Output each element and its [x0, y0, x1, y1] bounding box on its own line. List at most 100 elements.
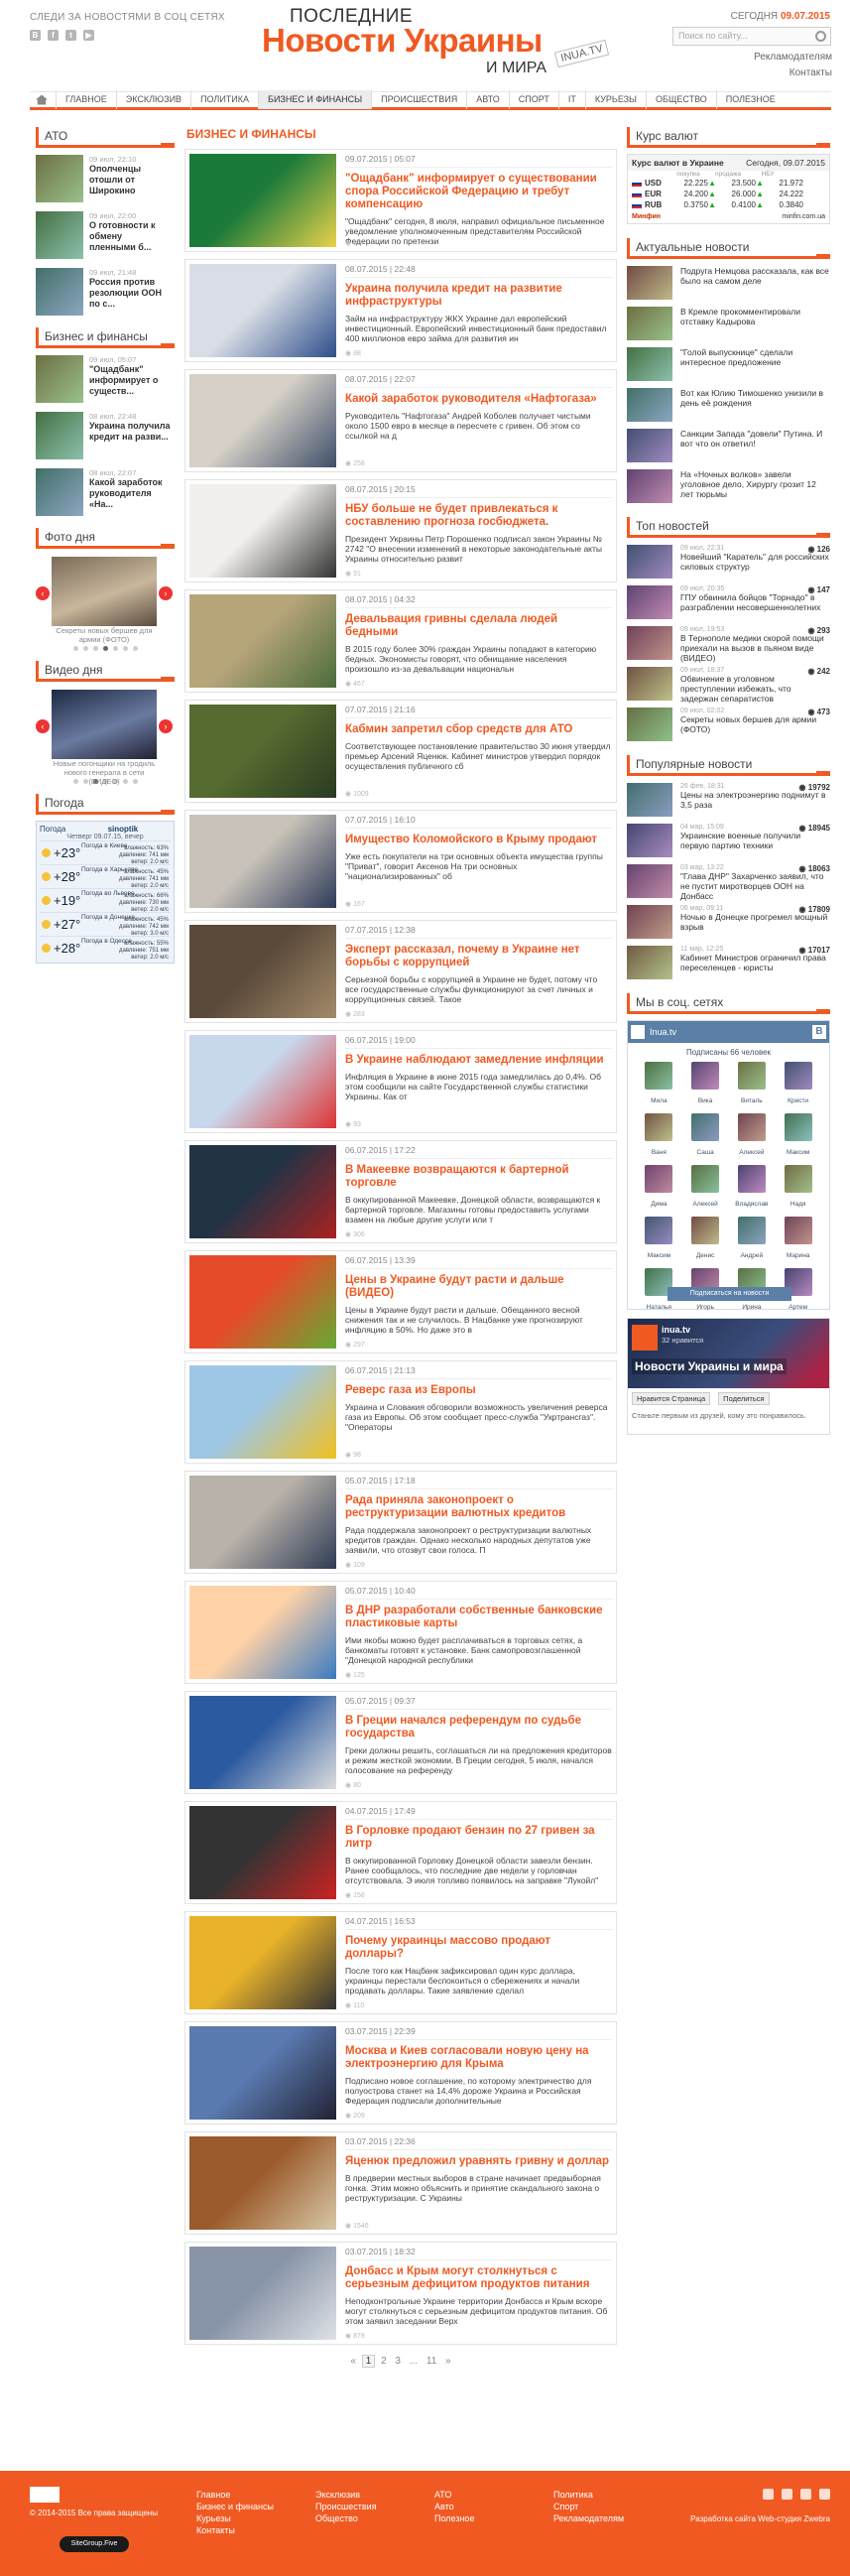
news-title[interactable]: В Кремле прокомментировали отставку Кады… — [680, 307, 830, 340]
member-avatar[interactable] — [691, 1217, 720, 1244]
facebook-icon[interactable]: f — [48, 30, 59, 41]
actual-news-item[interactable]: В Кремле прокомментировали отставку Кады… — [627, 307, 830, 340]
carousel-dot[interactable] — [82, 646, 88, 651]
news-thumbnail[interactable] — [627, 347, 672, 381]
news-thumbnail[interactable] — [36, 155, 83, 202]
carousel-dot[interactable] — [112, 646, 118, 651]
page-next[interactable]: » — [442, 2356, 454, 2367]
ranked-news-item[interactable]: 09 июл, 19:53 В Тернополе медики скорой п… — [627, 626, 830, 663]
article-image[interactable] — [189, 925, 336, 1018]
article-title[interactable]: В ДНР разработали собственные банковские… — [345, 1605, 612, 1630]
nav-incidents[interactable]: ПРОИСШЕСТВИЯ — [371, 90, 466, 109]
article-image[interactable] — [189, 1586, 336, 1679]
article-title[interactable]: Почему украинцы массово продают доллары? — [345, 1935, 612, 1961]
page-11[interactable]: 11 — [424, 2356, 439, 2367]
article-image[interactable] — [189, 705, 336, 798]
footer-link[interactable]: Спорт — [553, 2501, 624, 2512]
actual-news-item[interactable]: Санкции Запада "довели" Путина. И вот чт… — [627, 429, 830, 462]
article-title[interactable]: Девальвация гривны сделала людей бедными — [345, 613, 612, 639]
footer-link[interactable]: Полезное — [434, 2512, 474, 2524]
news-title[interactable]: Цены на электроэнергию поднимут в 3,5 ра… — [680, 790, 829, 810]
vk-member[interactable]: Владислав — [731, 1165, 774, 1211]
vk-member[interactable]: Андрей — [731, 1217, 774, 1262]
footer-link[interactable]: Контакты — [196, 2524, 274, 2536]
article-card[interactable]: 04.07.2015 | 16:53 Почему украинцы массов… — [184, 1911, 617, 2014]
news-title[interactable]: Какой заработок руководителя «На... — [89, 477, 171, 510]
ranked-news-item[interactable]: 09 июл, 22:31 Новейший "Каратель" для рос… — [627, 545, 830, 579]
carousel-dot[interactable] — [122, 646, 128, 651]
ranked-news-item[interactable]: 26 фев, 18:31 Цены на электроэнергию подн… — [627, 783, 830, 817]
news-thumbnail[interactable] — [627, 667, 672, 701]
vk-icon[interactable]: В — [812, 1025, 826, 1039]
member-avatar[interactable] — [645, 1165, 673, 1193]
article-image[interactable] — [189, 815, 336, 908]
news-title[interactable]: Санкции Запада "довели" Путина. И вот чт… — [680, 429, 830, 462]
article-image[interactable] — [189, 1255, 336, 1349]
vk-member[interactable]: Максим — [777, 1113, 819, 1159]
actual-news-item[interactable]: Подруга Немцова рассказала, как все было… — [627, 266, 830, 300]
article-card[interactable]: 07.07.2015 | 16:10 Имущество Коломойского… — [184, 810, 617, 913]
carousel-dot[interactable] — [132, 646, 138, 651]
article-image[interactable] — [189, 1476, 336, 1569]
news-thumbnail[interactable] — [627, 708, 672, 741]
article-title[interactable]: Донбасс и Крым могут столкнуться с серье… — [345, 2265, 612, 2291]
article-title[interactable]: В Макеевке возвращаются к бартерной торг… — [345, 1164, 612, 1190]
vk-member[interactable]: Мила — [638, 1062, 680, 1107]
member-avatar[interactable] — [737, 1113, 766, 1141]
sitegroup-badge[interactable]: SiteGroup.Five — [60, 2536, 129, 2552]
news-title[interactable]: Кабинет Министров ограничил права пересе… — [680, 953, 829, 972]
weather-row[interactable]: Погода в Киеве +23° влажность: 63% давление… — [40, 840, 171, 865]
article-card[interactable]: 03.07.2015 | 22:39 Москва и Киев согласов… — [184, 2021, 617, 2125]
ranked-news-item[interactable]: 09 июл, 18:37 Обвинение в уголовном прест… — [627, 667, 830, 704]
vk-member[interactable]: Вика — [684, 1062, 727, 1107]
article-image[interactable] — [189, 594, 336, 688]
nav-politics[interactable]: ПОЛИТИКА — [190, 90, 258, 109]
carousel-dot[interactable] — [72, 646, 78, 651]
minfin-logo[interactable]: Минфин — [632, 213, 661, 220]
nav-useful[interactable]: ПОЛЕЗНОЕ — [715, 90, 785, 109]
news-thumbnail[interactable] — [36, 412, 83, 459]
member-avatar[interactable] — [784, 1062, 812, 1090]
member-avatar[interactable] — [645, 1062, 673, 1090]
article-image[interactable] — [189, 484, 336, 578]
article-image[interactable] — [189, 1365, 336, 1459]
page-3[interactable]: 3 — [392, 2356, 404, 2367]
vk-member[interactable]: Алексей — [731, 1113, 774, 1159]
news-thumbnail[interactable] — [627, 388, 672, 422]
vk-member[interactable]: Дима — [638, 1165, 680, 1211]
news-title[interactable]: Ночью в Донецке прогремел мощный взрыв — [680, 912, 829, 932]
news-title[interactable]: О готовности к обмену пленными б... — [89, 220, 171, 253]
nav-exclusive[interactable]: ЭКСКЛЮЗИВ — [115, 90, 190, 109]
news-thumbnail[interactable] — [627, 824, 672, 857]
news-title[interactable]: "Ощадбанк" информирует о существ... — [89, 364, 171, 397]
article-title[interactable]: Москва и Киев согласовали новую цену на … — [345, 2045, 612, 2071]
article-title[interactable]: Украина получила кредит на развитие инфр… — [345, 283, 612, 309]
news-thumbnail[interactable] — [627, 864, 672, 898]
member-avatar[interactable] — [737, 1165, 766, 1193]
vk-member[interactable]: Максим — [638, 1217, 680, 1262]
news-thumbnail[interactable] — [627, 585, 672, 619]
nav-sport[interactable]: СПОРТ — [508, 90, 558, 109]
sinoptik-brand[interactable]: sinoptik — [108, 825, 139, 834]
article-card[interactable]: 03.07.2015 | 22:36 Яценюк предложил уравн… — [184, 2131, 617, 2235]
article-image[interactable] — [189, 2247, 336, 2340]
article-card[interactable]: 05.07.2015 | 17:18 Рада приняла законопро… — [184, 1471, 617, 1574]
prev-arrow-icon[interactable]: ‹ — [36, 719, 50, 733]
footer-link[interactable]: Курьезы — [196, 2512, 274, 2524]
news-title[interactable]: Вот как Юлию Тимошенко унизили в день её… — [680, 388, 830, 422]
next-arrow-icon[interactable]: › — [159, 586, 173, 600]
prev-arrow-icon[interactable]: ‹ — [36, 586, 50, 600]
news-thumbnail[interactable] — [627, 429, 672, 462]
page-2[interactable]: 2 — [378, 2356, 390, 2367]
actual-news-item[interactable]: Вот как Юлию Тимошенко унизили в день её… — [627, 388, 830, 422]
article-title[interactable]: Яценюк предложил уравнять гривну и долла… — [345, 2155, 612, 2168]
news-title[interactable]: Ополченцы отошли от Широкино — [89, 164, 171, 196]
youtube-icon[interactable] — [819, 2489, 830, 2500]
twitter-icon[interactable]: t — [65, 30, 76, 41]
developer-credit[interactable]: Разработка сайта Web-студия Zwebra — [690, 2514, 830, 2523]
search-icon[interactable] — [815, 31, 826, 42]
twitter-icon[interactable] — [800, 2489, 811, 2500]
nav-business[interactable]: БИЗНЕС И ФИНАНСЫ — [258, 90, 372, 109]
vk-icon[interactable] — [763, 2489, 774, 2500]
page-prev[interactable]: « — [347, 2356, 359, 2367]
